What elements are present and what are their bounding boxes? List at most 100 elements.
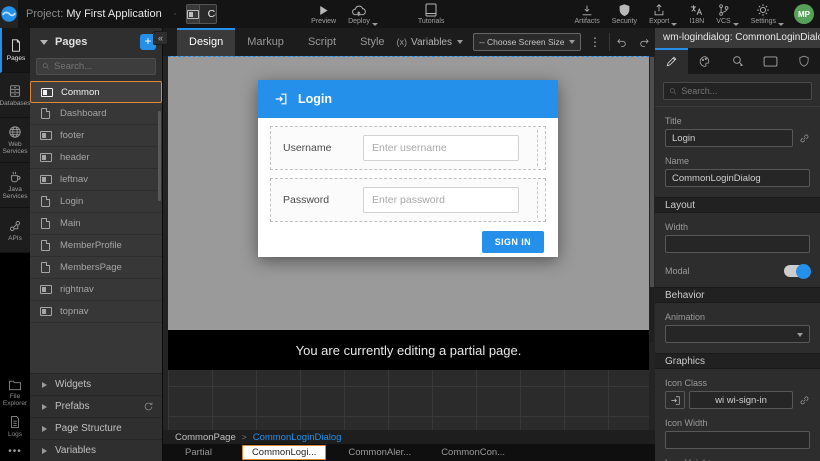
- page-item-memberprofile[interactable]: MemberProfile: [30, 235, 162, 257]
- rail-item-pages[interactable]: Pages: [0, 28, 30, 73]
- section-prefabs[interactable]: Prefabs: [30, 395, 162, 417]
- section-widgets[interactable]: Widgets: [30, 373, 162, 395]
- deploy-button[interactable]: Deploy: [342, 0, 384, 28]
- rail-item-web-services[interactable]: Web Services: [0, 118, 30, 163]
- refresh-icon[interactable]: [143, 401, 154, 412]
- username-form-field[interactable]: Username: [270, 126, 546, 170]
- tab-properties[interactable]: [655, 48, 688, 74]
- width-input[interactable]: [665, 235, 810, 253]
- breadcrumb-parent[interactable]: CommonPage: [175, 432, 236, 443]
- pages-panel-header: Pages +: [30, 28, 162, 56]
- sign-in-button[interactable]: SIGN IN: [482, 231, 544, 253]
- bind-link-icon[interactable]: [799, 395, 810, 406]
- name-input[interactable]: [665, 169, 810, 187]
- pages-search-input[interactable]: [54, 61, 150, 72]
- password-input[interactable]: [363, 187, 519, 213]
- tab-styles[interactable]: [688, 48, 721, 74]
- rail-item-apis[interactable]: APIs: [0, 208, 30, 253]
- i18n-button[interactable]: I18N: [683, 0, 710, 28]
- section-page-structure[interactable]: Page Structure: [30, 417, 162, 439]
- password-form-field[interactable]: Password: [270, 178, 546, 222]
- page-item-label: topnav: [60, 306, 89, 317]
- animation-select[interactable]: [665, 325, 810, 343]
- breadcrumb-current[interactable]: CommonLoginDialog: [253, 432, 342, 443]
- preview-button[interactable]: Preview: [305, 0, 342, 28]
- rail-item-java-services[interactable]: Java Services: [0, 163, 30, 208]
- collapse-caret-icon[interactable]: [40, 40, 48, 45]
- screen-size-value: -- Choose Screen Size --: [479, 37, 564, 47]
- artifacts-button[interactable]: Artifacts: [568, 0, 605, 28]
- tab-style[interactable]: Style: [348, 28, 396, 56]
- settings-button[interactable]: Settings: [745, 0, 790, 28]
- section-label: Widgets: [55, 379, 154, 390]
- api-connector-icon: [8, 219, 22, 233]
- section-variables[interactable]: Variables: [30, 439, 162, 461]
- caret-down-icon: [797, 333, 803, 337]
- icon-width-input[interactable]: [665, 431, 810, 449]
- properties-search[interactable]: [663, 82, 812, 100]
- graphics-section-header[interactable]: Graphics: [655, 353, 820, 369]
- page-item-leftnav[interactable]: leftnav: [30, 169, 162, 191]
- collapse-panel-button[interactable]: «: [153, 31, 168, 45]
- icon-class-input[interactable]: [689, 391, 793, 409]
- canvas-scrollbar[interactable]: [650, 57, 654, 343]
- tutorials-button[interactable]: Tutorials: [412, 0, 451, 28]
- tool-label: Security: [612, 18, 637, 25]
- tab-partial[interactable]: Partial: [185, 447, 212, 458]
- partial-icon: [187, 5, 200, 23]
- user-avatar[interactable]: MP: [794, 4, 814, 24]
- tab-markup[interactable]: Markup: [235, 28, 296, 56]
- app-logo[interactable]: [0, 0, 18, 28]
- security-button[interactable]: Security: [606, 0, 643, 28]
- page-item-dashboard[interactable]: Dashboard: [30, 103, 162, 125]
- vcs-button[interactable]: VCS: [710, 0, 744, 28]
- page-item-common[interactable]: Common: [30, 81, 162, 103]
- export-button[interactable]: Export: [643, 0, 683, 28]
- tab-security[interactable]: [787, 48, 820, 74]
- username-input[interactable]: [363, 135, 519, 161]
- dialog-title: Login: [298, 92, 332, 106]
- tab-design[interactable]: Design: [177, 28, 235, 56]
- tab-common-confirm-dialog[interactable]: CommonCon...: [441, 447, 505, 458]
- pages-search[interactable]: [36, 58, 156, 75]
- tab-events[interactable]: [721, 48, 754, 74]
- behavior-section-header[interactable]: Behavior: [655, 287, 820, 303]
- page-selector[interactable]: Common: [186, 4, 218, 24]
- rail-item-file-explorer[interactable]: File Explorer: [0, 379, 30, 407]
- page-item-login[interactable]: Login: [30, 191, 162, 213]
- undo-button[interactable]: [610, 36, 633, 49]
- icon-preview[interactable]: [665, 391, 685, 409]
- tab-common-alert-dialog[interactable]: CommonAler...: [348, 447, 411, 458]
- title-input[interactable]: [665, 129, 793, 147]
- page-item-topnav[interactable]: topnav: [30, 301, 162, 323]
- caret-down-icon: [733, 23, 739, 26]
- partial-icon: [40, 285, 52, 294]
- tab-common-login-dialog[interactable]: CommonLogi...: [242, 445, 326, 460]
- partial-icon: [40, 307, 52, 316]
- rail-item-databases[interactable]: Databases: [0, 73, 30, 118]
- variables-button[interactable]: (x) Variables: [397, 37, 463, 48]
- bind-link-icon[interactable]: [799, 133, 810, 144]
- tab-devices[interactable]: [754, 48, 787, 74]
- page-item-memberspage[interactable]: MembersPage: [30, 257, 162, 279]
- page-item-rightnav[interactable]: rightnav: [30, 279, 162, 301]
- dialog-header[interactable]: Login: [258, 80, 558, 118]
- tab-script[interactable]: Script: [296, 28, 348, 56]
- login-dialog-widget[interactable]: Login Username Password SIGN IN: [258, 80, 558, 257]
- username-label: Username: [283, 142, 363, 154]
- layout-section-header[interactable]: Layout: [655, 197, 820, 213]
- screen-size-select[interactable]: -- Choose Screen Size --: [473, 33, 581, 51]
- modal-toggle[interactable]: [784, 265, 810, 277]
- page-item-header[interactable]: header: [30, 147, 162, 169]
- more-options-button[interactable]: •••: [8, 446, 22, 457]
- page-icon: [41, 108, 50, 119]
- tool-label: Preview: [311, 18, 336, 25]
- properties-search-input[interactable]: [681, 86, 806, 96]
- rail-item-logs[interactable]: Logs: [8, 415, 22, 438]
- page-item-main[interactable]: Main: [30, 213, 162, 235]
- page-item-footer[interactable]: footer: [30, 125, 162, 147]
- rail-label: Java Services: [0, 186, 30, 200]
- kebab-menu-icon[interactable]: ⋮: [589, 35, 601, 49]
- redo-button[interactable]: [633, 36, 656, 49]
- pages-list-scrollbar[interactable]: [158, 111, 161, 201]
